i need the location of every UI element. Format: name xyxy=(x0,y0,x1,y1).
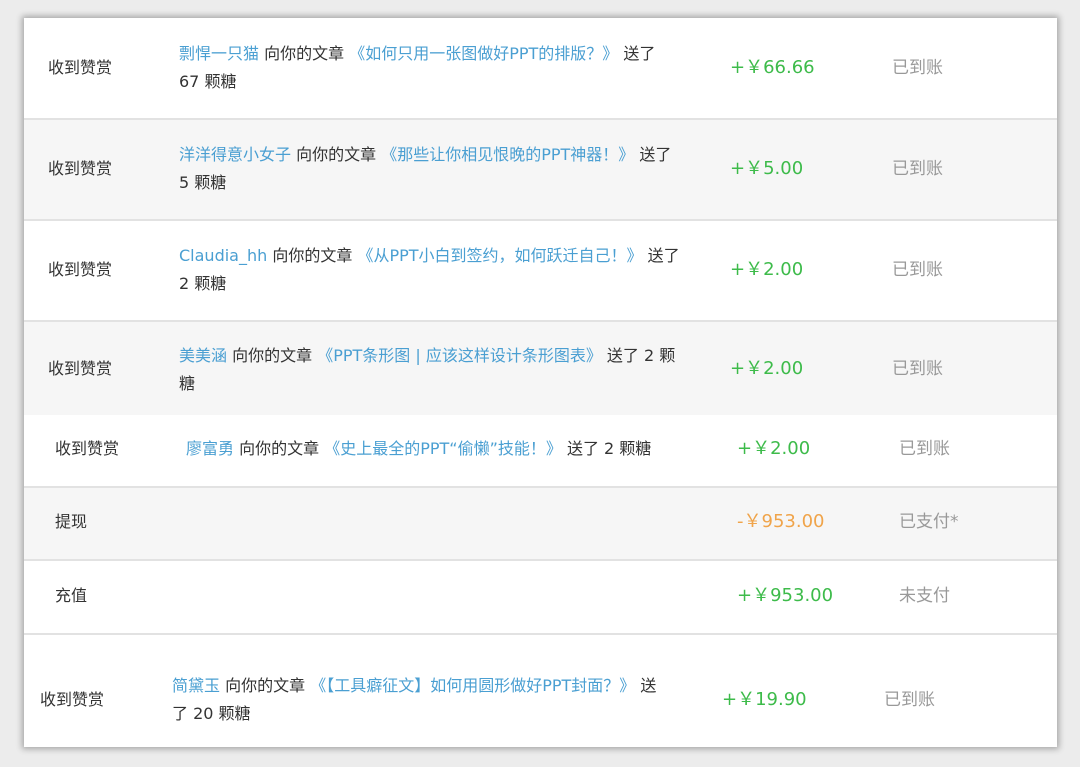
transaction-description: 廖富勇 向你的文章 《史上最全的PPT“偷懒”技能！》 送了 2 颗糖 xyxy=(186,435,726,463)
table-row: 收到赞赏 廖富勇 向你的文章 《史上最全的PPT“偷懒”技能！》 送了 2 颗糖… xyxy=(24,415,1057,488)
article-link[interactable]: 《【工具癖征文】如何用圆形做好PPT封面？》 xyxy=(310,676,635,695)
status-badge: 已到账 xyxy=(899,439,950,459)
table-row: 收到赞赏 剽悍一只猫 向你的文章 《如何只用一张图做好PPT的排版？》 送了 67… xyxy=(24,18,1057,120)
transaction-description: 剽悍一只猫 向你的文章 《如何只用一张图做好PPT的排版？》 送了 67 颗糖 xyxy=(179,40,719,96)
transaction-list: 收到赞赏 剽悍一只猫 向你的文章 《如何只用一张图做好PPT的排版？》 送了 67… xyxy=(24,18,1057,747)
table-row: 收到赞赏 洋洋得意小女子 向你的文章 《那些让你相见恨晚的PPT神器！》 送了 5… xyxy=(24,120,1057,221)
status-badge: 已到账 xyxy=(892,359,943,379)
transaction-type: 收到赞赏 xyxy=(48,58,113,77)
transaction-amount: -￥953.00 xyxy=(737,511,825,532)
table-row: 收到赞赏 简黛玉 向你的文章 《【工具癖征文】如何用圆形做好PPT封面？》 送了… xyxy=(24,635,1057,747)
transaction-type: 收到赞赏 xyxy=(48,359,113,378)
desc-text: 糖 xyxy=(179,374,196,393)
sender-link[interactable]: Claudia_hh xyxy=(179,246,267,265)
desc-text: 送了 xyxy=(642,246,680,265)
table-row: 提现 -￥953.00 已支付* xyxy=(24,488,1057,561)
table-row: 充值 +￥953.00 未支付 xyxy=(24,561,1057,635)
transaction-amount: +￥953.00 xyxy=(737,585,834,606)
article-link[interactable]: 《PPT条形图 | 应该这样设计条形图表》 xyxy=(317,346,602,365)
desc-text: 送了 2 颗糖 xyxy=(561,439,652,458)
transaction-amount: +￥19.90 xyxy=(722,689,807,710)
transaction-type: 充值 xyxy=(55,586,88,605)
sender-link[interactable]: 美美涵 xyxy=(179,346,227,365)
transaction-amount: +￥2.00 xyxy=(730,358,804,379)
desc-text: 了 20 颗糖 xyxy=(172,704,251,723)
desc-text: 送了 2 颗 xyxy=(601,346,676,365)
desc-text: 向你的文章 xyxy=(259,44,350,63)
desc-text: 2 颗糖 xyxy=(179,274,227,293)
transaction-description: 简黛玉 向你的文章 《【工具癖征文】如何用圆形做好PPT封面？》 送了 20 颗… xyxy=(172,672,712,728)
article-link[interactable]: 《如何只用一张图做好PPT的排版？》 xyxy=(349,44,618,63)
desc-text: 67 颗糖 xyxy=(179,72,237,91)
desc-text: 送了 xyxy=(618,44,656,63)
table-row: 收到赞赏 美美涵 向你的文章 《PPT条形图 | 应该这样设计条形图表》 送了 … xyxy=(24,322,1057,415)
desc-text: 向你的文章 xyxy=(291,145,382,164)
transaction-amount: +￥66.66 xyxy=(730,57,815,78)
transaction-description: 美美涵 向你的文章 《PPT条形图 | 应该这样设计条形图表》 送了 2 颗糖 xyxy=(179,342,719,398)
status-badge: 已到账 xyxy=(892,260,943,280)
desc-text: 5 颗糖 xyxy=(179,173,227,192)
transaction-amount: +￥5.00 xyxy=(730,158,804,179)
sender-link[interactable]: 洋洋得意小女子 xyxy=(179,145,291,164)
desc-text: 送 xyxy=(635,676,657,695)
sender-link[interactable]: 廖富勇 xyxy=(186,439,234,458)
transaction-type: 收到赞赏 xyxy=(48,260,113,279)
desc-text: 送了 xyxy=(634,145,672,164)
article-link[interactable]: 《史上最全的PPT“偷懒”技能！》 xyxy=(324,439,562,458)
transaction-type: 收到赞赏 xyxy=(48,159,113,178)
status-badge: 未支付 xyxy=(899,586,950,606)
sender-link[interactable]: 简黛玉 xyxy=(172,676,220,695)
status-badge: 已到账 xyxy=(884,690,935,710)
table-row: 收到赞赏 Claudia_hh 向你的文章 《从PPT小白到签约，如何跃迁自己！… xyxy=(24,221,1057,322)
status-badge: 已支付* xyxy=(899,512,959,532)
transaction-amount: +￥2.00 xyxy=(730,259,804,280)
transaction-type: 收到赞赏 xyxy=(55,439,120,458)
desc-text: 向你的文章 xyxy=(234,439,325,458)
sender-link[interactable]: 剽悍一只猫 xyxy=(179,44,259,63)
transaction-amount: +￥2.00 xyxy=(737,438,811,459)
article-link[interactable]: 《从PPT小白到签约，如何跃迁自己！》 xyxy=(357,246,642,265)
article-link[interactable]: 《那些让你相见恨晚的PPT神器！》 xyxy=(381,145,634,164)
transaction-description: Claudia_hh 向你的文章 《从PPT小白到签约，如何跃迁自己！》 送了 2… xyxy=(179,242,719,298)
desc-text: 向你的文章 xyxy=(267,246,358,265)
transaction-type: 收到赞赏 xyxy=(40,690,105,709)
status-badge: 已到账 xyxy=(892,159,943,179)
status-badge: 已到账 xyxy=(892,58,943,78)
desc-text: 向你的文章 xyxy=(220,676,311,695)
transaction-type: 提现 xyxy=(55,512,88,531)
transaction-description: 洋洋得意小女子 向你的文章 《那些让你相见恨晚的PPT神器！》 送了 5 颗糖 xyxy=(179,141,719,197)
desc-text: 向你的文章 xyxy=(227,346,318,365)
